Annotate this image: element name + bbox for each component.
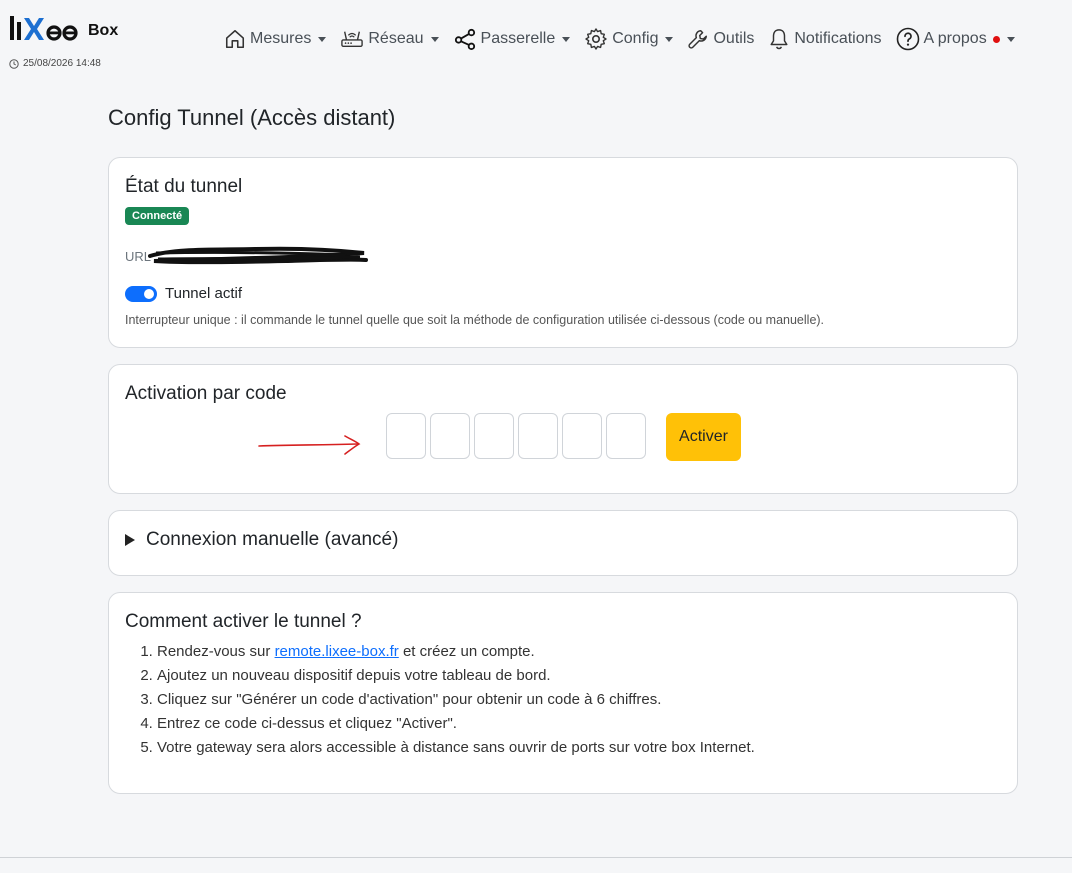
lixee-logo: Box — [9, 12, 118, 42]
chevron-down-icon — [562, 36, 571, 42]
network-nodes-icon — [454, 28, 475, 50]
manual-connection-toggle[interactable]: Connexion manuelle (avancé) — [125, 529, 398, 551]
gear-icon — [585, 28, 607, 50]
wrench-icon — [688, 30, 708, 49]
activation-title: Activation par code — [125, 383, 287, 404]
brand-box-label: Box — [88, 22, 119, 39]
nav-config-label: Config — [612, 30, 659, 47]
chevron-down-icon — [1006, 36, 1015, 42]
nav-notifications-label: Notifications — [794, 30, 882, 47]
howto-step: Rendez-vous sur remote.lixee-box.fr et c… — [157, 640, 1001, 664]
nav-reseau[interactable]: Réseau — [340, 28, 439, 50]
nav-outils-label: Outils — [713, 30, 755, 47]
manual-connection-label: Connexion manuelle (avancé) — [146, 529, 399, 550]
last-update: 25/08/2026 14:48 — [9, 58, 101, 69]
nav-outils[interactable]: Outils — [687, 28, 754, 50]
activation-code-inputs — [386, 413, 646, 459]
nav-mesures-label: Mesures — [250, 30, 312, 47]
howto-step: Cliquez sur "Générer un code d'activatio… — [157, 688, 1001, 712]
notification-dot — [992, 35, 1000, 43]
code-digit-6[interactable] — [606, 413, 646, 459]
nav-notifications[interactable]: Notifications — [768, 27, 882, 51]
tunnel-active-label: Tunnel actif — [165, 285, 242, 302]
question-circle-icon — [896, 27, 919, 51]
lixee-logo-mark — [10, 16, 78, 41]
annotation-arrow — [258, 435, 361, 455]
nav-config[interactable]: Config — [584, 27, 674, 51]
datetime-text: 25/08/2026 14:48 — [23, 58, 101, 69]
activation-card: Activation par code Activer — [108, 364, 1018, 494]
brand[interactable]: Box — [9, 12, 118, 42]
nav-mesures[interactable]: Mesures — [224, 28, 327, 50]
step1-text-after: et créez un compte. — [398, 643, 535, 660]
page-title: Config Tunnel (Accès distant) — [108, 105, 396, 130]
tunnel-active-toggle[interactable] — [125, 285, 157, 302]
redacted-url-scribble — [147, 246, 368, 265]
footer-divider — [0, 857, 1072, 858]
manual-connection-card: Connexion manuelle (avancé) — [108, 510, 1018, 576]
remote-link[interactable]: remote.lixee-box.fr — [275, 643, 399, 660]
top-nav: Mesures Réseau Passerelle Config Outils … — [224, 24, 1029, 54]
tunnel-status-card: État du tunnel Connecté URL : Tunnel act… — [108, 157, 1018, 348]
chevron-down-icon — [318, 36, 327, 42]
howto-title: Comment activer le tunnel ? — [125, 611, 362, 632]
disclosure-triangle-icon — [125, 534, 135, 546]
nav-reseau-label: Réseau — [368, 30, 424, 47]
home-icon — [225, 29, 245, 49]
howto-step: Entrez ce code ci-dessus et cliquez "Act… — [157, 712, 1001, 736]
code-digit-1[interactable] — [386, 413, 426, 459]
nav-apropos[interactable]: A propos — [896, 27, 1015, 51]
code-digit-2[interactable] — [430, 413, 470, 459]
howto-card: Comment activer le tunnel ? Rendez-vous … — [108, 592, 1018, 794]
nav-passerelle-label: Passerelle — [480, 30, 556, 47]
chevron-down-icon — [430, 36, 439, 42]
nav-passerelle[interactable]: Passerelle — [453, 28, 571, 50]
code-digit-4[interactable] — [518, 413, 558, 459]
status-badge: Connecté — [125, 207, 190, 225]
code-digit-5[interactable] — [562, 413, 602, 459]
tunnel-url-row: URL : — [125, 244, 370, 268]
code-digit-3[interactable] — [474, 413, 514, 459]
tunnel-switch-row: Tunnel actif — [125, 285, 242, 302]
tunnel-status-title: État du tunnel — [125, 176, 243, 197]
step1-text-before: Rendez-vous sur — [157, 643, 275, 660]
howto-steps: Rendez-vous sur remote.lixee-box.fr et c… — [125, 640, 1001, 760]
clock-icon — [9, 58, 19, 69]
bell-icon — [770, 29, 788, 50]
switch-help-text: Interrupteur unique : il commande le tun… — [125, 313, 825, 327]
howto-step: Ajoutez un nouveau dispositif depuis vot… — [157, 664, 1001, 688]
howto-step: Votre gateway sera alors accessible à di… — [157, 736, 1001, 760]
chevron-down-icon — [665, 36, 674, 42]
router-icon — [341, 31, 364, 48]
activate-button[interactable]: Activer — [666, 413, 741, 461]
nav-apropos-label: A propos — [923, 30, 987, 47]
